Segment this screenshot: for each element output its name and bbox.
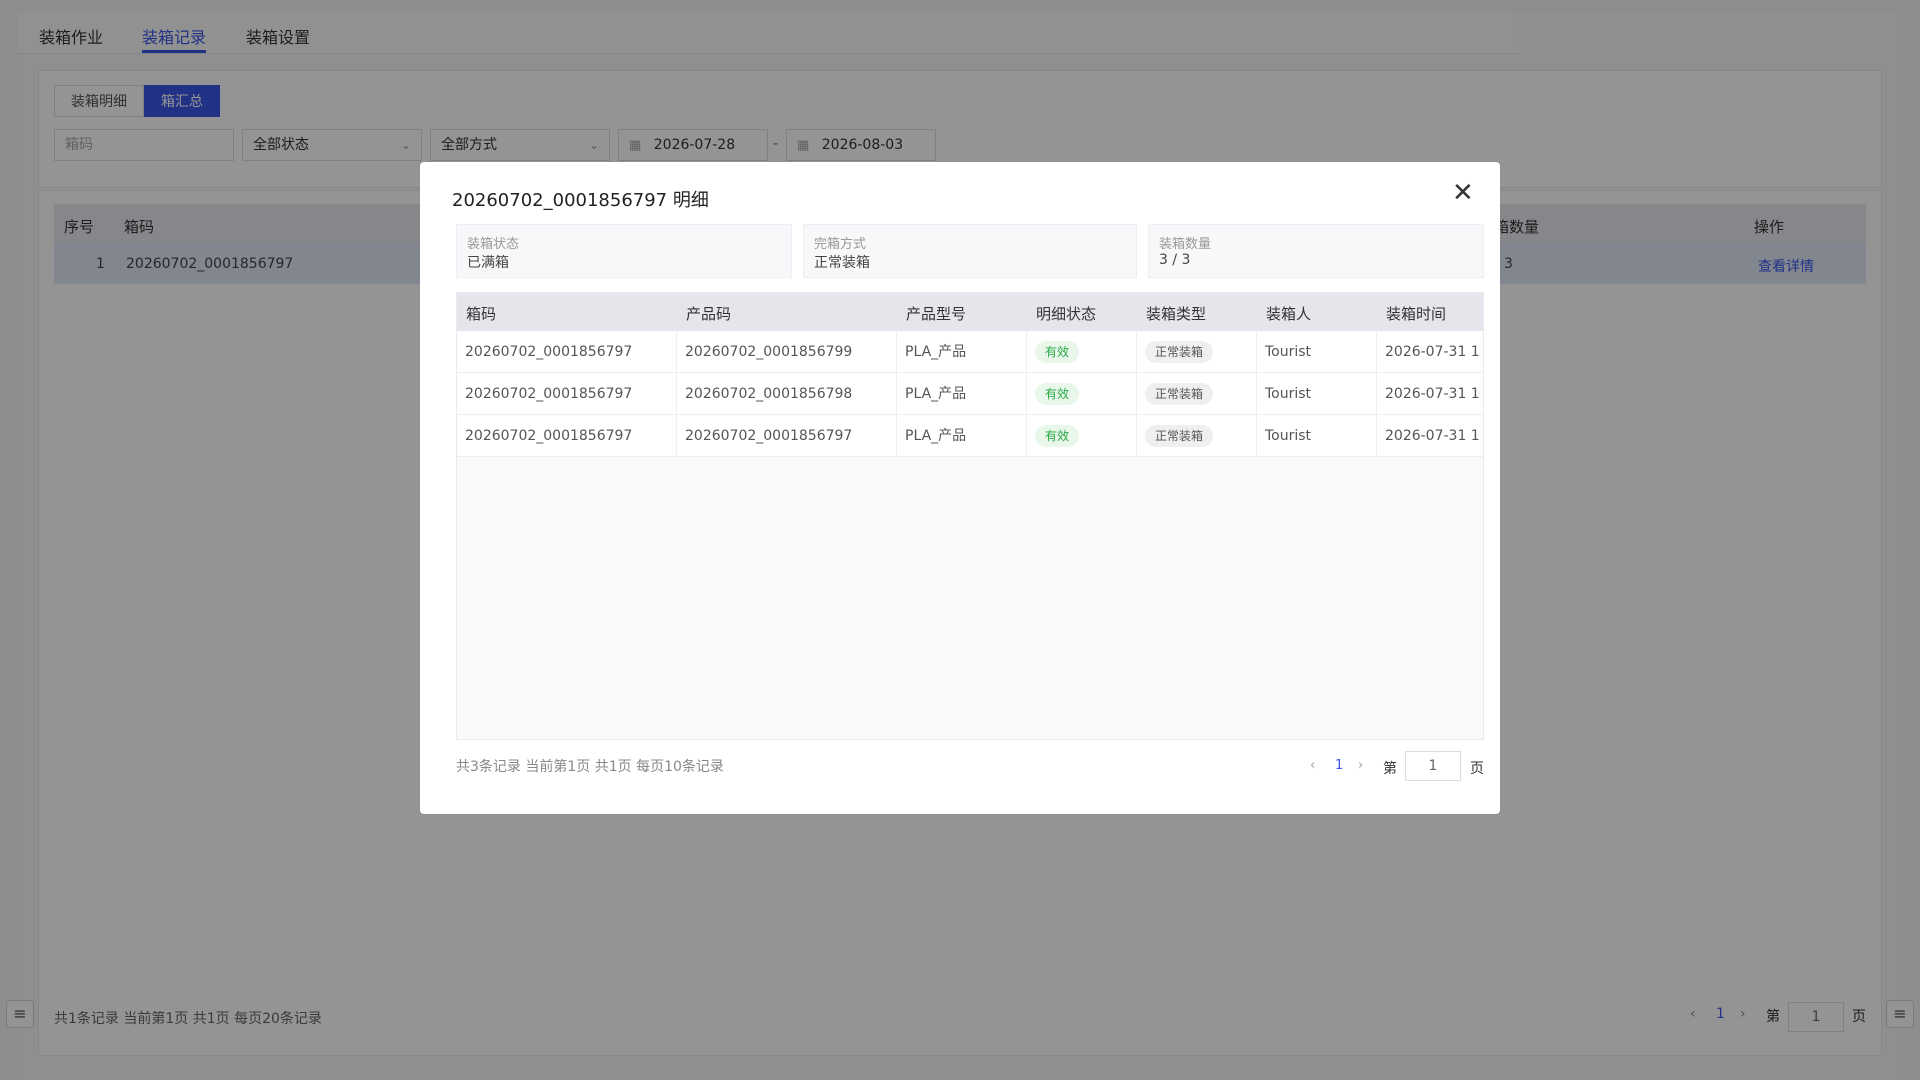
status-badge: 有效 bbox=[1035, 425, 1080, 447]
page-number-1[interactable]: 1 bbox=[1335, 758, 1343, 773]
col-packer: 装箱人 bbox=[1266, 305, 1312, 323]
table-row[interactable]: 20260702_0001856797 20260702_0001856798 … bbox=[457, 373, 1483, 415]
col-packing-type: 装箱类型 bbox=[1146, 305, 1207, 323]
page-jump-input[interactable]: 1 bbox=[1405, 751, 1461, 781]
cell-detail-status: 有效 bbox=[1027, 331, 1137, 373]
page-suffix: 页 bbox=[1470, 761, 1484, 777]
cell-packing-time: 2026-07-31 1 bbox=[1385, 428, 1480, 444]
col-box-code: 箱码 bbox=[466, 305, 497, 323]
info-value: 正常装箱 bbox=[814, 255, 870, 271]
cell-detail-status: 有效 bbox=[1027, 415, 1137, 457]
cell-packing-type: 正常装箱 bbox=[1137, 331, 1257, 373]
cell-packing-time: 2026-07-31 1 bbox=[1385, 344, 1480, 360]
info-value: 已满箱 bbox=[467, 255, 509, 271]
cell-product-model: PLA_产品 bbox=[897, 373, 1027, 415]
cell-product-code: 20260702_0001856799 bbox=[677, 331, 897, 373]
info-label: 装箱状态 bbox=[467, 237, 520, 252]
info-box-status: 装箱状态 已满箱 bbox=[456, 224, 792, 278]
col-detail-status: 明细状态 bbox=[1036, 305, 1097, 323]
cell-packing-time: 2026-07-31 1 bbox=[1385, 386, 1480, 402]
info-label: 完箱方式 bbox=[814, 237, 867, 252]
cell-packing-type: 正常装箱 bbox=[1137, 415, 1257, 457]
cell-packer: Tourist bbox=[1257, 373, 1377, 415]
status-badge: 有效 bbox=[1035, 341, 1080, 363]
detail-table-header: 箱码 产品码 产品型号 明细状态 装箱类型 装箱人 装箱时间 bbox=[457, 293, 1483, 331]
col-product-model: 产品型号 bbox=[906, 305, 967, 323]
table-row[interactable]: 20260702_0001856797 20260702_0001856797 … bbox=[457, 415, 1483, 457]
cell-product-code: 20260702_0001856797 bbox=[677, 415, 897, 457]
info-label: 装箱数量 bbox=[1159, 237, 1212, 252]
type-badge: 正常装箱 bbox=[1145, 341, 1214, 363]
cell-product-model: PLA_产品 bbox=[897, 331, 1027, 373]
cell-packing-type: 正常装箱 bbox=[1137, 373, 1257, 415]
cell-box-code: 20260702_0001856797 bbox=[457, 331, 677, 373]
col-packing-time: 装箱时间 bbox=[1386, 305, 1447, 323]
detail-table: 箱码 产品码 产品型号 明细状态 装箱类型 装箱人 装箱时间 20260702_… bbox=[456, 292, 1484, 740]
cell-detail-status: 有效 bbox=[1027, 373, 1137, 415]
info-box-method: 完箱方式 正常装箱 bbox=[803, 224, 1137, 278]
cell-packer: Tourist bbox=[1257, 415, 1377, 457]
table-row[interactable]: 20260702_0001856797 20260702_0001856799 … bbox=[457, 331, 1483, 373]
detail-records-summary: 共3条记录 当前第1页 共1页 每页10条记录 bbox=[456, 759, 724, 775]
prev-page-button[interactable]: ‹ bbox=[1310, 758, 1315, 773]
cell-product-model: PLA_产品 bbox=[897, 415, 1027, 457]
page-prefix: 第 bbox=[1383, 761, 1397, 777]
cell-product-code: 20260702_0001856798 bbox=[677, 373, 897, 415]
next-page-button[interactable]: › bbox=[1358, 758, 1363, 773]
info-box-qty: 装箱数量 3 / 3 bbox=[1148, 224, 1484, 278]
status-badge: 有效 bbox=[1035, 383, 1080, 405]
modal-title: 20260702_0001856797 明细 bbox=[452, 190, 709, 211]
close-icon[interactable]: ✕ bbox=[1452, 180, 1474, 206]
col-product-code: 产品码 bbox=[686, 305, 732, 323]
type-badge: 正常装箱 bbox=[1145, 383, 1214, 405]
cell-packer: Tourist bbox=[1257, 331, 1377, 373]
info-value: 3 / 3 bbox=[1159, 252, 1191, 268]
type-badge: 正常装箱 bbox=[1145, 425, 1214, 447]
cell-box-code: 20260702_0001856797 bbox=[457, 373, 677, 415]
cell-box-code: 20260702_0001856797 bbox=[457, 415, 677, 457]
detail-modal: 20260702_0001856797 明细 ✕ 装箱状态 已满箱 完箱方式 正… bbox=[420, 162, 1500, 814]
